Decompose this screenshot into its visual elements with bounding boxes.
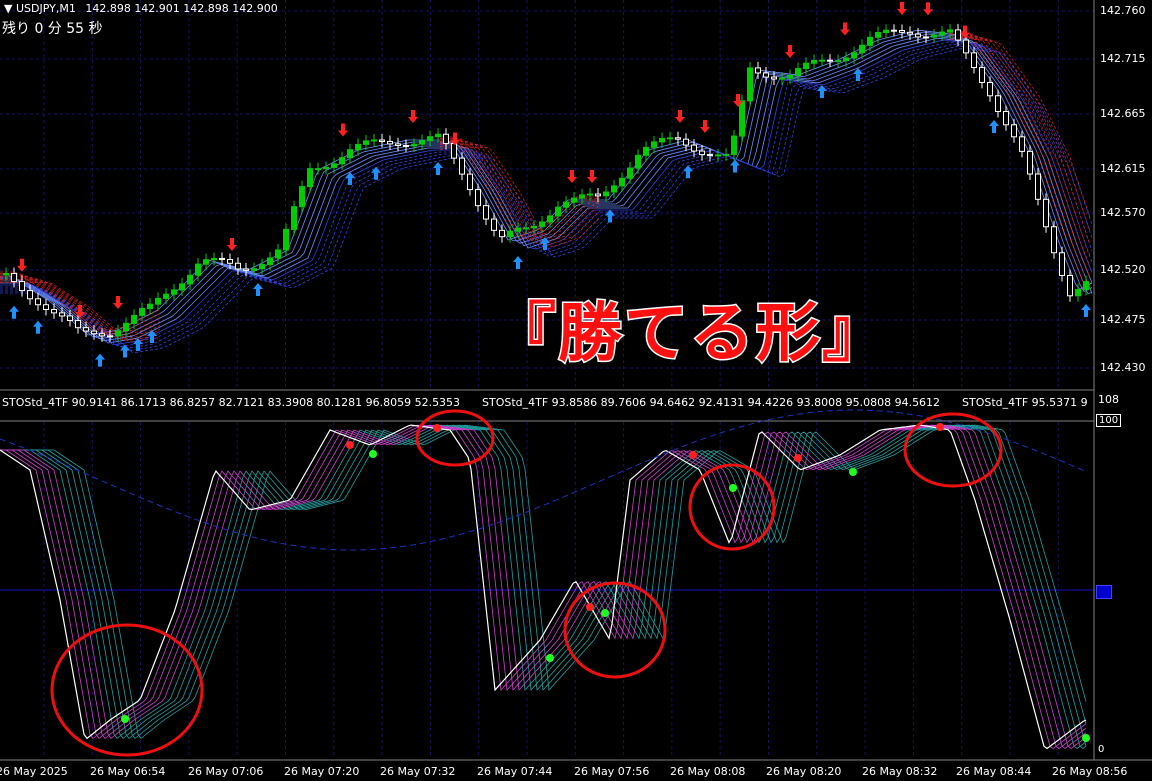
- price-label: 142.430: [1100, 361, 1146, 374]
- countdown-timer: 残り 0 分 55 秒: [2, 21, 103, 37]
- price-label: 142.665: [1100, 107, 1146, 120]
- indicator-axis-zero: 0: [1098, 744, 1105, 755]
- time-label: 26 May 08:08: [670, 765, 746, 778]
- price-label: 142.520: [1100, 263, 1146, 276]
- symbol-header: ▼ USDJPY,M1 142.898 142.901 142.898 142.…: [4, 2, 278, 15]
- stochastic-indicator: [0, 409, 1087, 750]
- indicator-label-2: STOStd_4TF 93.8586 89.7606 94.6462 92.41…: [482, 396, 941, 409]
- price-label: 142.570: [1100, 206, 1146, 219]
- time-label: 26 May 07:32: [380, 765, 456, 778]
- indicator-label-1: STOStd_4TF 90.9141 86.1713 86.8257 82.71…: [2, 396, 461, 409]
- time-label: 26 May 07:20: [284, 765, 360, 778]
- grid: [0, 0, 1094, 758]
- time-label: 26 May 06:54: [90, 765, 166, 778]
- level-marker: [1096, 585, 1112, 599]
- indicator-label-3: STOStd_4TF 95.5371 9: [962, 396, 1088, 409]
- dropdown-icon[interactable]: ▼: [4, 2, 12, 15]
- time-label: 26 May 2025: [0, 765, 68, 778]
- time-label: 26 May 08:56: [1052, 765, 1128, 778]
- time-label: 26 May 07:06: [188, 765, 264, 778]
- time-label: 26 May 08:32: [862, 765, 938, 778]
- headline-text: 『勝てる形』: [491, 296, 888, 373]
- indicator-axis-top: 108: [1098, 393, 1119, 406]
- time-label: 26 May 07:56: [574, 765, 650, 778]
- ohlc-values: 142.898 142.901 142.898 142.900: [85, 2, 278, 15]
- price-label: 142.475: [1100, 313, 1146, 326]
- symbol-label: USDJPY,M1: [15, 2, 76, 15]
- time-label: 26 May 08:44: [956, 765, 1032, 778]
- chart-canvas[interactable]: [0, 0, 1152, 781]
- price-label: 142.760: [1100, 4, 1146, 17]
- price-label: 142.615: [1100, 162, 1146, 175]
- time-label: 26 May 08:20: [766, 765, 842, 778]
- price-label: 142.715: [1100, 52, 1146, 65]
- time-label: 26 May 07:44: [477, 765, 553, 778]
- indicator-axis-100: 100: [1096, 414, 1122, 427]
